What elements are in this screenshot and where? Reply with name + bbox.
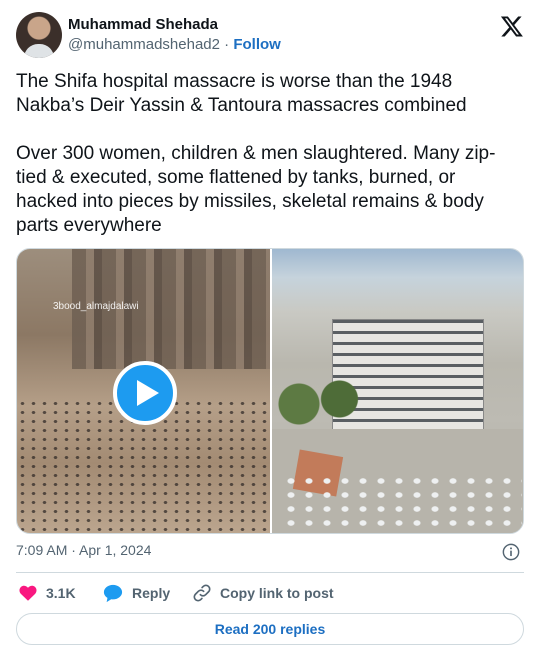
follow-button[interactable]: Follow [233, 36, 281, 53]
copy-link-label: Copy link to post [220, 585, 334, 601]
post-header: Muhammad Shehada @muhammadshehad2 · Foll… [16, 12, 524, 60]
like-count: 3.1K [46, 585, 76, 601]
read-replies-button[interactable]: Read 200 replies [16, 613, 524, 645]
author-handle-row: @muhammadshehad2 · Follow [68, 36, 281, 53]
post-meta: 7:09 AM · Apr 1, 2024 [16, 542, 524, 562]
actions-divider [16, 572, 524, 573]
post-text: The Shifa hospital massacre is worse tha… [16, 71, 496, 236]
media-watermark: 3bood_almajdalawi [53, 301, 139, 312]
copy-link-button[interactable]: Copy link to post [192, 582, 334, 604]
post-actions: 3.1K Reply Copy link to post [16, 582, 524, 604]
avatar-shirt [24, 44, 54, 58]
link-icon [193, 584, 211, 602]
reply-label: Reply [132, 585, 171, 601]
play-button[interactable] [113, 361, 177, 425]
info-icon[interactable] [502, 543, 520, 561]
handle-separator: · [224, 36, 230, 53]
embedded-post-card: Muhammad Shehada @muhammadshehad2 · Foll… [0, 0, 540, 660]
play-icon [137, 380, 159, 406]
reply-icon [103, 584, 123, 603]
cars-graphic [282, 474, 522, 533]
trees-graphic [272, 379, 362, 429]
author-name[interactable]: Muhammad Shehada [68, 16, 218, 33]
author-handle[interactable]: @muhammadshehad2 [68, 36, 220, 53]
media-image-left[interactable]: 3bood_almajdalawi [17, 249, 272, 533]
like-button[interactable]: 3.1K [18, 582, 76, 604]
post-timestamp[interactable]: 7:09 AM · Apr 1, 2024 [16, 542, 151, 558]
heart-icon [19, 585, 37, 601]
media-image-right[interactable] [272, 249, 523, 533]
post-media[interactable]: 3bood_almajdalawi [16, 248, 524, 534]
avatar[interactable] [16, 12, 62, 58]
reply-button[interactable]: Reply [102, 582, 170, 604]
x-logo-icon[interactable] [500, 14, 524, 38]
